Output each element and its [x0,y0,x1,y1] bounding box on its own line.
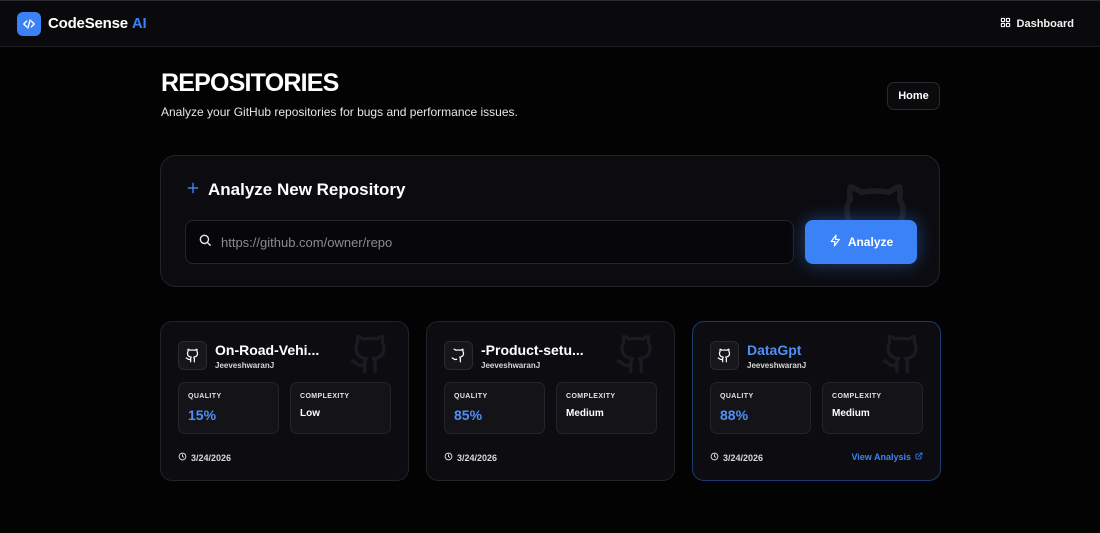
search-icon [198,233,212,252]
analyze-repository-card: Analyze New Repository Analyze [160,155,940,287]
repo-card[interactable]: On-Road-Vehi... JeeveshwaranJ QUALITY 15… [160,321,409,481]
quality-label: QUALITY [454,393,488,400]
clock-icon [178,452,187,463]
home-button[interactable]: Home [887,82,940,110]
repo-url-field[interactable] [185,220,794,264]
repo-name[interactable]: -Product-setu... [481,342,584,358]
view-analysis-link[interactable]: View Analysis [851,452,923,462]
github-icon [178,341,207,370]
quality-stat: QUALITY 88% [710,382,811,434]
repo-date-text: 3/24/2026 [191,452,232,463]
repo-date: 3/24/2026 [178,452,231,463]
complexity-stat: COMPLEXITY Low [290,382,391,434]
page-subtitle: Analyze your GitHub repositories for bug… [161,105,518,119]
analyze-button-label: Analyze [847,235,894,249]
github-icon [710,341,739,370]
clock-icon [710,452,719,463]
quality-value: 15% [188,407,217,423]
repo-date: 3/24/2026 [444,452,497,463]
complexity-value: Medium [566,408,604,419]
repo-name[interactable]: DataGpt [747,342,801,358]
brand-name-suffix: AI [131,15,147,32]
quality-label: QUALITY [188,393,222,400]
repo-url-input[interactable] [221,234,781,250]
repo-owner: JeeveshwaranJ [747,361,807,370]
code-brackets-icon [17,11,41,36]
repo-date-text: 3/24/2026 [457,452,498,463]
clock-icon [444,452,453,463]
external-link-icon [915,452,923,462]
quality-stat: QUALITY 15% [178,382,279,434]
view-analysis-label: View Analysis [851,452,911,462]
complexity-value: Low [300,408,320,419]
repo-owner: JeeveshwaranJ [481,361,541,370]
quality-stat: QUALITY 85% [444,382,545,434]
analyze-button[interactable]: Analyze [805,220,917,264]
analyze-header: Analyze New Repository [186,180,405,200]
repo-date-text: 3/24/2026 [723,452,764,463]
brand-name: CodeSense AI [48,15,147,32]
analyze-title: Analyze New Repository [208,180,406,199]
quality-label: QUALITY [720,393,754,400]
repo-date: 3/24/2026 [710,452,763,463]
brand-name-text: CodeSense [48,15,128,32]
complexity-label: COMPLEXITY [300,393,350,400]
repo-owner: JeeveshwaranJ [215,361,275,370]
repo-card[interactable]: -Product-setu... JeeveshwaranJ QUALITY 8… [426,321,675,481]
complexity-stat: COMPLEXITY Medium [822,382,923,434]
complexity-label: COMPLEXITY [832,393,882,400]
complexity-value: Medium [832,408,870,419]
top-navbar: CodeSense AI Dashboard [0,0,1100,47]
github-watermark-icon [881,333,923,380]
repo-name[interactable]: On-Road-Vehi... [215,342,319,358]
lightning-icon [829,234,842,250]
grid-icon [1000,17,1011,31]
quality-value: 85% [454,407,483,423]
quality-value: 88% [720,407,749,423]
github-watermark-icon [349,333,391,380]
plus-icon [186,181,200,200]
dashboard-link-label: Dashboard [1016,17,1074,30]
github-icon [444,341,473,370]
complexity-stat: COMPLEXITY Medium [556,382,657,434]
repo-card[interactable]: DataGpt JeeveshwaranJ QUALITY 88% COMPLE… [692,321,941,481]
page-title: REPOSITORIES [161,69,339,97]
dashboard-link[interactable]: Dashboard [1000,17,1074,31]
brand[interactable]: CodeSense AI [17,11,147,36]
complexity-label: COMPLEXITY [566,393,616,400]
github-watermark-icon [615,333,657,380]
